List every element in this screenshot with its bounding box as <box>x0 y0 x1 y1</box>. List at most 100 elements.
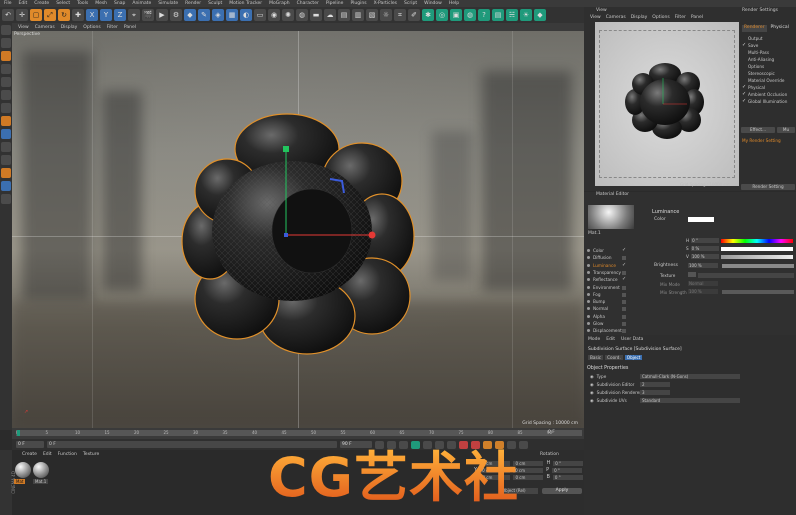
xp-generator-icon[interactable]: ▣ <box>450 9 462 21</box>
channel-displacement[interactable]: Displacement <box>587 328 622 333</box>
menu-script[interactable]: Script <box>404 1 417 6</box>
checkmark-icon[interactable]: ✓ <box>622 262 626 268</box>
solo-icon[interactable] <box>1 168 11 178</box>
menu-window[interactable]: Window <box>424 1 442 6</box>
coord-rotation-field[interactable]: 0 ° <box>553 460 584 466</box>
edges-mode-icon[interactable] <box>1 90 11 100</box>
stage-icon[interactable]: ▥ <box>352 9 364 21</box>
material-preview[interactable] <box>588 205 634 229</box>
view-panel-menu-cameras[interactable]: Cameras <box>606 15 626 20</box>
render-settings-item-global-illumination[interactable]: Global Illumination <box>748 99 787 104</box>
checkbox-icon[interactable] <box>622 322 626 326</box>
checkmark-icon[interactable]: ✓ <box>742 84 746 90</box>
render-settings-item-anti-aliasing[interactable]: Anti-Aliasing <box>748 57 774 62</box>
render-settings-item-options[interactable]: Options <box>748 64 764 69</box>
tab-basic[interactable]: Basic <box>588 355 604 360</box>
mix-strength-slider[interactable] <box>722 290 794 294</box>
material-menu-create[interactable]: Create <box>22 452 37 459</box>
render-settings-item-material-override[interactable]: Material Override <box>748 78 784 83</box>
apply-button[interactable]: Apply <box>542 488 582 494</box>
channel-reflectance[interactable]: Reflectance <box>587 277 618 282</box>
camera-icon[interactable]: ◉ <box>268 9 280 21</box>
undo-icon[interactable]: ↶ <box>2 9 14 21</box>
value-slider[interactable] <box>720 254 793 259</box>
menu-plugins[interactable]: Plugins <box>350 1 366 6</box>
menu-edit[interactable]: Edit <box>19 1 28 6</box>
subdivision-icon[interactable]: ◈ <box>212 9 224 21</box>
my-render-setting-item[interactable]: My Render Setting <box>742 138 781 143</box>
workplane-lock-icon[interactable] <box>1 155 11 165</box>
checkmark-icon[interactable]: ✓ <box>622 276 626 282</box>
mix-strength-field[interactable]: 100 % <box>688 289 718 294</box>
environment-icon[interactable]: ▭ <box>254 9 266 21</box>
menu-simulate[interactable]: Simulate <box>158 1 178 6</box>
menu-render[interactable]: Render <box>185 1 201 6</box>
viewport-menu-options[interactable]: Options <box>83 25 100 30</box>
workplane-icon[interactable] <box>1 64 11 74</box>
x-axis-lock-icon[interactable]: X <box>86 9 98 21</box>
perspective-viewport[interactable]: Perspective Grid Spacing : 10000 cm ↗ <box>12 31 584 428</box>
checkbox-icon[interactable] <box>622 314 626 319</box>
property-value[interactable]: Standard <box>640 398 740 403</box>
coordinate-system-icon[interactable]: ⌖ <box>128 9 140 21</box>
viewport-menu-view[interactable]: View <box>18 25 29 30</box>
viewport-menu-filter[interactable]: Filter <box>107 25 118 30</box>
axis-mode-icon[interactable] <box>1 116 11 126</box>
viewport-menu-display[interactable]: Display <box>61 25 78 30</box>
view-panel-menu-filter[interactable]: Filter <box>675 15 686 20</box>
scale-tool-icon[interactable]: ⤢ <box>44 9 56 21</box>
color-swatch[interactable] <box>688 217 714 222</box>
live-select-icon[interactable]: ▢ <box>30 9 42 21</box>
tab-physical[interactable]: Physical <box>769 25 791 32</box>
checkbox-icon[interactable] <box>622 292 626 297</box>
channel-fog[interactable]: Fog <box>587 292 600 297</box>
render-picture-viewer-icon[interactable]: ▶ <box>156 9 168 21</box>
checkmark-icon[interactable]: ✓ <box>622 247 626 253</box>
channel-diffusion[interactable]: Diffusion <box>587 255 612 260</box>
attributes-menu-mode[interactable]: Mode <box>588 337 600 342</box>
texture-menu-button[interactable] <box>688 272 696 277</box>
cube-icon[interactable]: ◆ <box>184 9 196 21</box>
sculpt-icon[interactable] <box>1 194 11 204</box>
foreground-icon[interactable]: ▧ <box>366 9 378 21</box>
channel-environment[interactable]: Environment <box>587 285 620 290</box>
hue-slider[interactable] <box>721 238 794 243</box>
material-menu-function[interactable]: Function <box>58 452 77 459</box>
make-editable-icon[interactable] <box>1 25 11 35</box>
render-settings-item-save[interactable]: Save <box>748 43 758 48</box>
edit-render-settings-icon[interactable]: ⚙ <box>170 9 182 21</box>
render-settings-item-output[interactable]: Output <box>748 36 763 41</box>
channel-bump[interactable]: Bump <box>587 299 605 304</box>
recent-tool-icon[interactable]: ✚ <box>72 9 84 21</box>
light-icon[interactable]: ✺ <box>282 9 294 21</box>
value-field[interactable]: 100 % <box>690 254 719 259</box>
checkbox-icon[interactable] <box>622 300 626 305</box>
checkbox-icon[interactable] <box>622 270 626 275</box>
attributes-menu-user-data[interactable]: User Data <box>621 337 643 342</box>
menu-help[interactable]: Help <box>449 1 459 6</box>
material-menu-edit[interactable]: Edit <box>43 452 52 459</box>
xp-fluid-icon[interactable]: ☵ <box>506 9 518 21</box>
render-setting-button[interactable]: Render Setting <box>741 184 795 190</box>
menu-file[interactable]: File <box>4 1 12 6</box>
material-ball-mat1[interactable] <box>33 462 49 478</box>
checkmark-icon[interactable]: ✓ <box>742 98 746 104</box>
menu-mograph[interactable]: MoGraph <box>269 1 289 6</box>
menu-sculpt[interactable]: Sculpt <box>208 1 222 6</box>
scene-icon[interactable]: ◍ <box>296 9 308 21</box>
checkmark-icon[interactable]: ✓ <box>742 42 746 48</box>
tweak-mode-icon[interactable] <box>1 129 11 139</box>
xp-skin-icon[interactable]: ◆ <box>534 9 546 21</box>
xp-emitter-icon[interactable]: ◎ <box>436 9 448 21</box>
channel-luminance[interactable]: Luminance <box>587 263 616 268</box>
checkbox-icon[interactable] <box>622 285 626 290</box>
mix-mode-select[interactable]: Normal <box>688 281 718 286</box>
hue-field[interactable]: 0 ° <box>691 238 720 243</box>
saturation-slider[interactable] <box>720 246 793 251</box>
view-panel-menu-display[interactable]: Display <box>631 15 648 20</box>
menu-character[interactable]: Character <box>297 1 319 6</box>
menu-pipeline[interactable]: Pipeline <box>326 1 344 6</box>
background-icon[interactable]: ▤ <box>338 9 350 21</box>
xp-system-icon[interactable]: ✱ <box>422 9 434 21</box>
physical-sky-icon[interactable]: ☼ <box>380 9 392 21</box>
